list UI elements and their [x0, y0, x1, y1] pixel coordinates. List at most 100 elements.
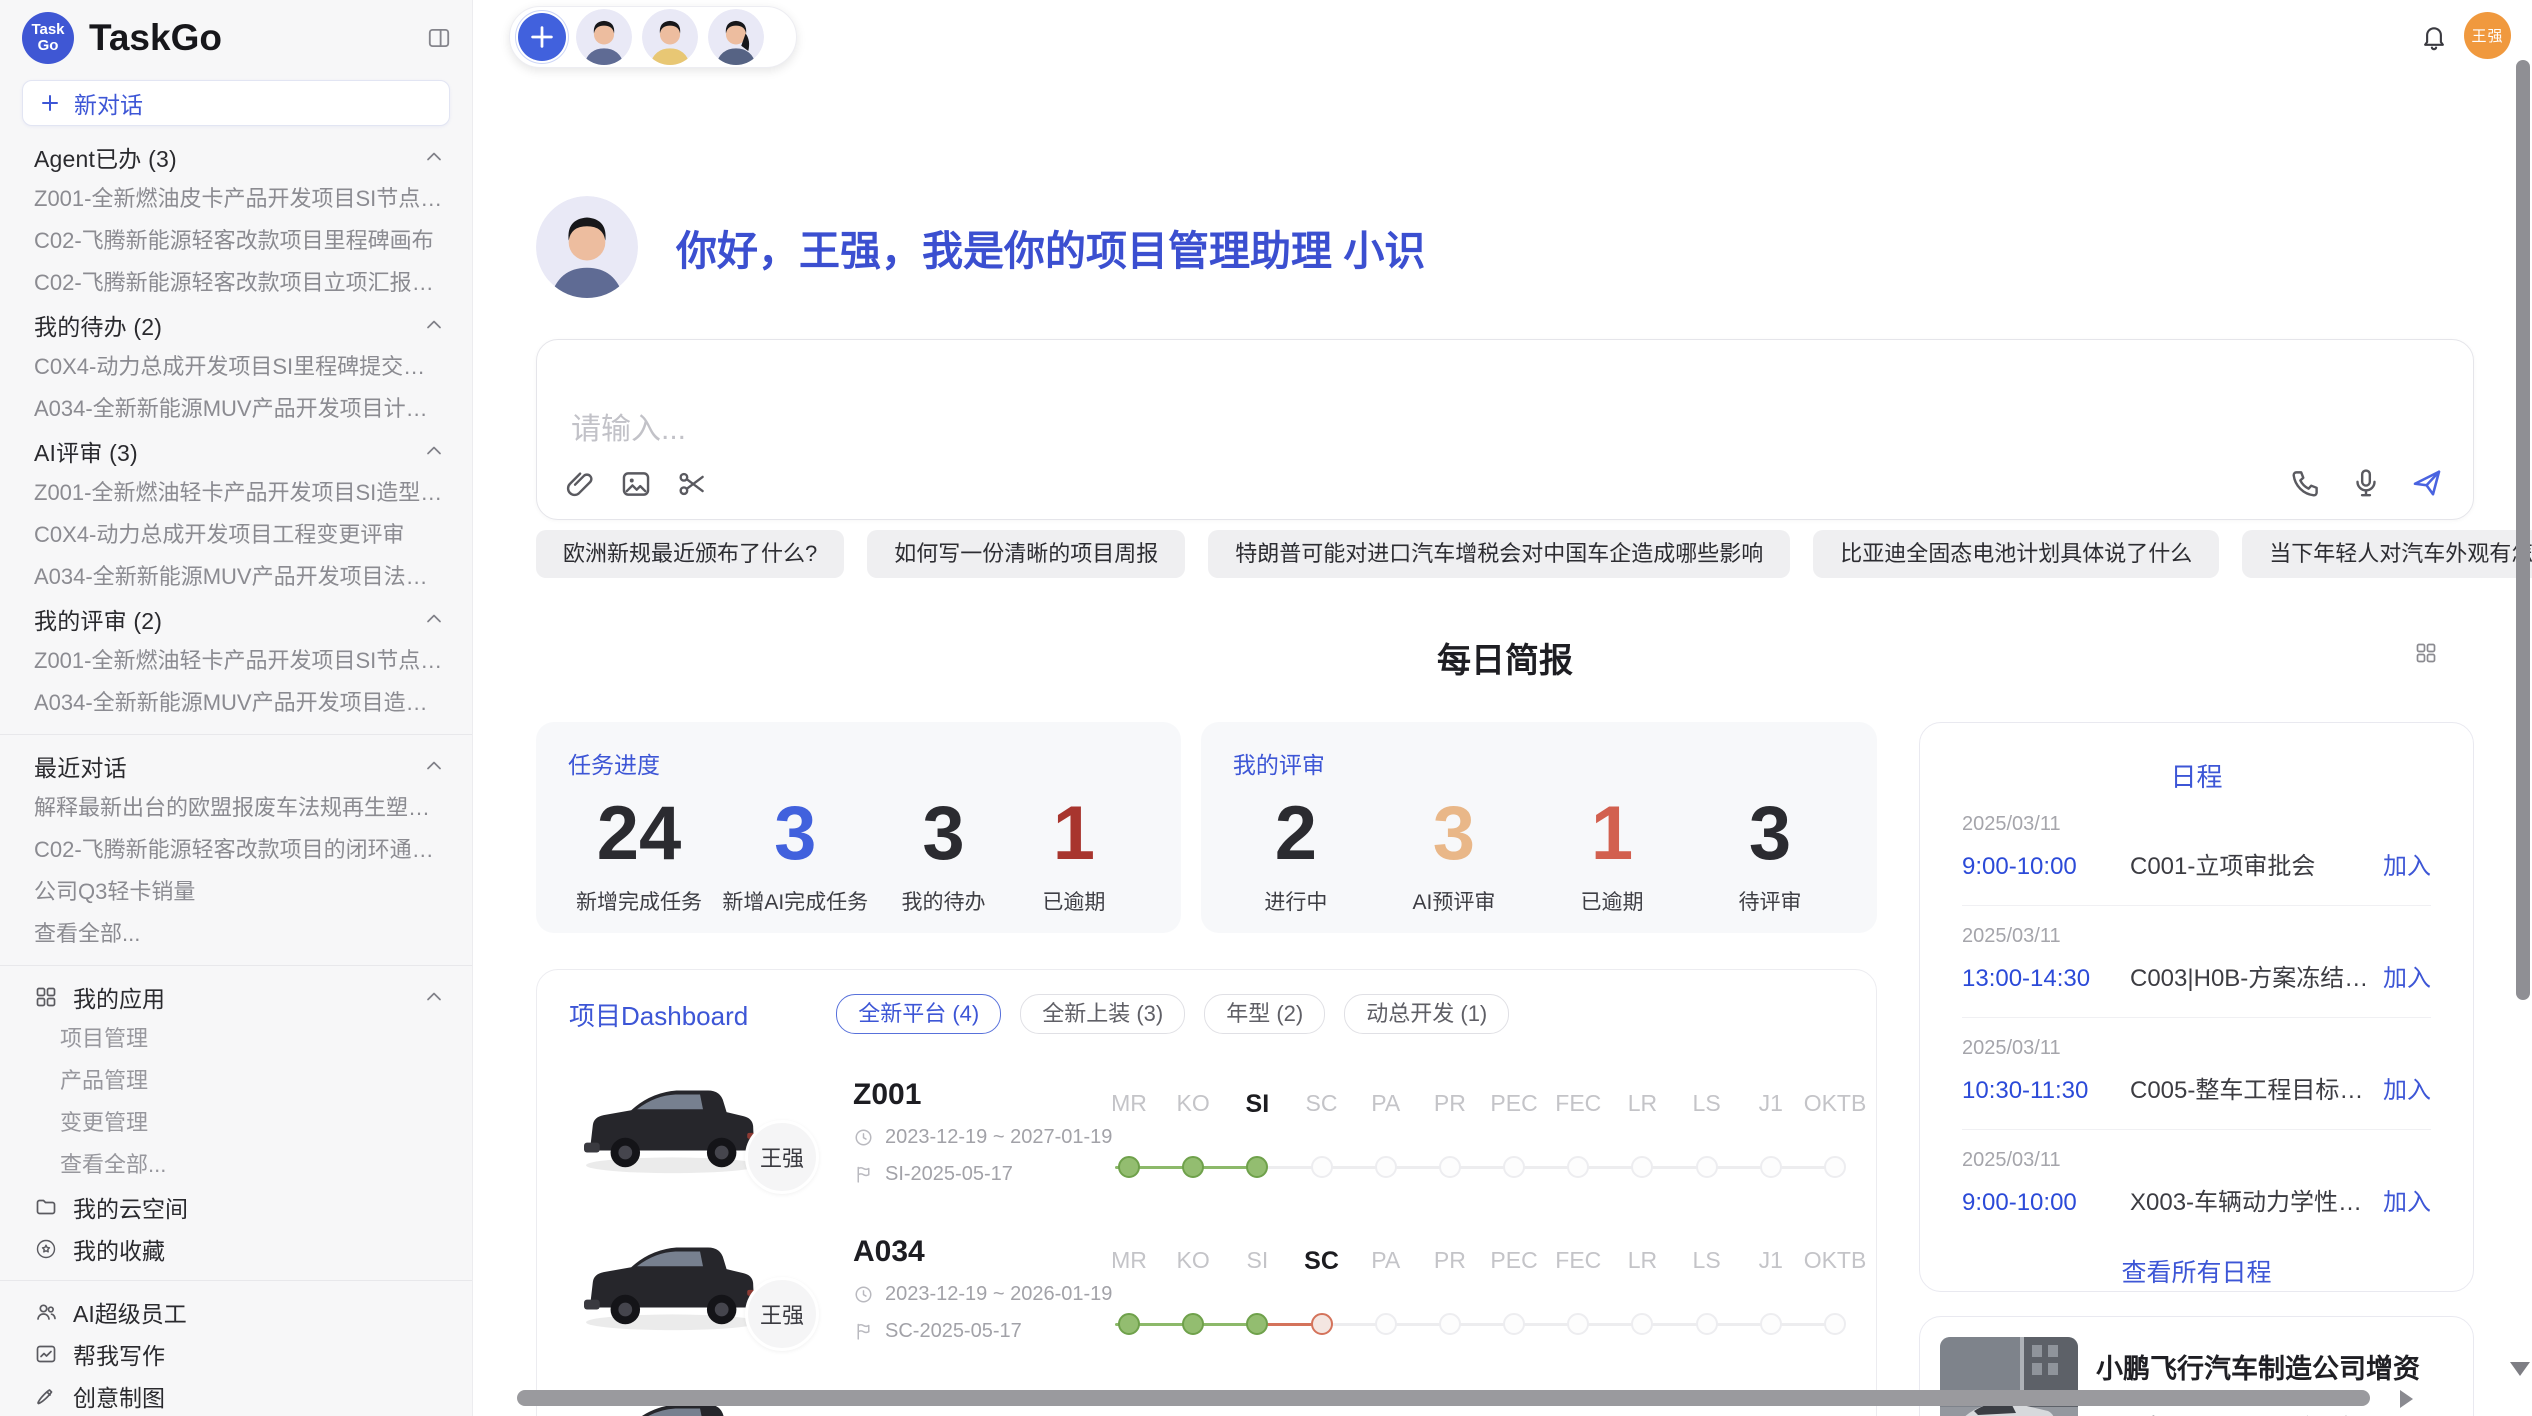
dashboard-tab[interactable]: 动总开发 (1): [1344, 994, 1509, 1034]
task-item[interactable]: C02-飞腾新能源轻客改款项目立项汇报方案: [0, 262, 472, 304]
agent-avatar[interactable]: [576, 9, 632, 65]
project-name[interactable]: Z001: [853, 1078, 1112, 1112]
suggestion-chip[interactable]: 特朗普可能对进口汽车增税会对中国车企造成哪些影响: [1208, 530, 1790, 578]
dashboard-tabs: 全新平台 (4) 全新上装 (3) 年型 (2) 动总开发 (1): [836, 994, 1509, 1034]
recent-chat-item[interactable]: 解释最新出台的欧盟报废车法规再生塑料比例被调至15%...: [0, 787, 472, 829]
agent-avatar[interactable]: [642, 9, 698, 65]
vertical-scrollbar[interactable]: [2516, 60, 2530, 1000]
milestone-dot[interactable]: [1246, 1313, 1268, 1335]
join-meeting-link[interactable]: 加入: [2383, 964, 2431, 994]
join-meeting-link[interactable]: 加入: [2383, 852, 2431, 882]
dashboard-tab[interactable]: 全新上装 (3): [1020, 994, 1185, 1034]
recent-chat-item[interactable]: C02-飞腾新能源轻客改款项目的闭环通告反馈情况: [0, 829, 472, 871]
task-item[interactable]: C0X4-动力总成开发项目工程变更评审: [0, 514, 472, 556]
task-item[interactable]: A034-全新新能源MUV产品开发项目计划变更表编写: [0, 388, 472, 430]
recent-chats-header[interactable]: 最近对话: [0, 745, 472, 787]
sidebar-section-header[interactable]: 我的待办 (2): [0, 304, 472, 346]
schedule-event-name: X003-车辆动力学性能验...: [2130, 1188, 2371, 1218]
suggestion-chip[interactable]: 如何写一份清晰的项目周报: [867, 530, 1185, 578]
sidebar-item[interactable]: AI超级员工: [0, 1291, 472, 1333]
milestone-dot[interactable]: [1824, 1313, 1846, 1335]
milestone-dot[interactable]: [1631, 1313, 1653, 1335]
sidebar-section-header[interactable]: AI评审 (3): [0, 430, 472, 472]
milestone-dot[interactable]: [1246, 1156, 1268, 1178]
dashboard-tab[interactable]: 年型 (2): [1204, 994, 1325, 1034]
suggestion-chip[interactable]: 比亚迪全固态电池计划具体说了什么: [1813, 530, 2219, 578]
schedule-row: 10:30-11:30 C005-整车工程目标评审 加入: [1962, 1076, 2431, 1106]
stat: 3AI预评审: [1399, 788, 1509, 916]
task-item[interactable]: A034-全新新能源MUV产品开发项目法规符合性评审: [0, 556, 472, 598]
new-chat-button[interactable]: 新对话: [22, 80, 450, 126]
milestone-dot[interactable]: [1567, 1313, 1589, 1335]
milestone-dot[interactable]: [1182, 1156, 1204, 1178]
horizontal-scrollbar[interactable]: [517, 1390, 2370, 1406]
milestone-dot[interactable]: [1439, 1156, 1461, 1178]
project-dashboard-card: 项目Dashboard 全新平台 (4)全新上装 (3)年型 (2)动总开发 (…: [536, 969, 1877, 1416]
phone-icon[interactable]: [2289, 466, 2323, 500]
paperclip-icon[interactable]: [563, 467, 597, 501]
join-meeting-link[interactable]: 加入: [2383, 1076, 2431, 1106]
milestone-dot[interactable]: [1439, 1313, 1461, 1335]
sidebar-item-label: AI超级员工: [73, 1295, 187, 1329]
app-sub-item[interactable]: 变更管理: [0, 1102, 472, 1144]
milestone-dot[interactable]: [1631, 1156, 1653, 1178]
task-item[interactable]: C02-飞腾新能源轻客改款项目里程碑画布: [0, 220, 472, 262]
milestone-dot[interactable]: [1696, 1313, 1718, 1335]
project-name[interactable]: A034: [853, 1235, 1112, 1269]
sidebar-item[interactable]: 我的收藏: [0, 1228, 472, 1270]
join-meeting-link[interactable]: 加入: [2383, 1188, 2431, 1218]
scroll-right-arrow[interactable]: [2400, 1390, 2413, 1408]
dashboard-tab[interactable]: 全新平台 (4): [836, 994, 1001, 1034]
app-sub-item[interactable]: 查看全部...: [0, 1144, 472, 1186]
task-item[interactable]: A034-全新新能源MUV产品开发项目造型可行性评审: [0, 682, 472, 724]
panel-toggle-icon[interactable]: [426, 25, 452, 51]
sidebar-item-my-apps[interactable]: 我的应用: [0, 976, 472, 1018]
app-sub-item[interactable]: 产品管理: [0, 1060, 472, 1102]
milestone-dot[interactable]: [1503, 1156, 1525, 1178]
assistant-avatar: [536, 196, 638, 298]
milestone-dot[interactable]: [1503, 1313, 1525, 1335]
sidebar-section-header[interactable]: 我的评审 (2): [0, 598, 472, 640]
bell-icon[interactable]: [2419, 22, 2449, 52]
layout-grid-icon[interactable]: [2414, 641, 2438, 665]
milestone-dot[interactable]: [1311, 1156, 1333, 1178]
milestone-label: J1: [1759, 1247, 1783, 1274]
send-icon[interactable]: [2409, 465, 2445, 501]
milestone-dot[interactable]: [1118, 1313, 1140, 1335]
add-agent-button[interactable]: [518, 13, 566, 61]
mic-icon[interactable]: [2349, 466, 2383, 500]
view-all-schedule-link[interactable]: 查看所有日程: [1962, 1253, 2431, 1289]
milestone-dot[interactable]: [1760, 1313, 1782, 1335]
milestone-dot[interactable]: [1760, 1156, 1782, 1178]
recent-chat-item[interactable]: 公司Q3轻卡销量: [0, 871, 472, 913]
task-item[interactable]: Z001-全新燃油皮卡产品开发项目SI节点Lesson Learn报告: [0, 178, 472, 220]
sidebar-item[interactable]: 创意制图: [0, 1375, 472, 1416]
sidebar-item[interactable]: 帮我写作: [0, 1333, 472, 1375]
agent-avatar[interactable]: [708, 9, 764, 65]
suggestion-chip[interactable]: 当下年轻人对汽车外观有怎样的喜好趋势: [2242, 530, 2532, 578]
milestone-dot[interactable]: [1118, 1156, 1140, 1178]
vehicle-image: [574, 1221, 771, 1339]
task-item[interactable]: Z001-全新燃油轻卡产品开发项目SI节点属性5D文件评审: [0, 640, 472, 682]
project-flag-milestone: SC-2025-05-17: [853, 1320, 1112, 1343]
recent-chat-item[interactable]: 查看全部...: [0, 913, 472, 955]
milestone-dot[interactable]: [1567, 1156, 1589, 1178]
stat-value: 24: [576, 788, 702, 880]
image-icon[interactable]: [619, 467, 653, 501]
scroll-down-arrow[interactable]: [2510, 1362, 2530, 1376]
milestone-dot[interactable]: [1696, 1156, 1718, 1178]
sidebar-section-header[interactable]: Agent已办 (3): [0, 136, 472, 178]
milestone-dot[interactable]: [1182, 1313, 1204, 1335]
chat-input-card[interactable]: 请输入...: [536, 339, 2474, 520]
sidebar-item[interactable]: 我的云空间: [0, 1186, 472, 1228]
task-item[interactable]: Z001-全新燃油轻卡产品开发项目SI造型提交物评审: [0, 472, 472, 514]
app-sub-item[interactable]: 项目管理: [0, 1018, 472, 1060]
milestone-dot[interactable]: [1375, 1313, 1397, 1335]
user-avatar[interactable]: 王强: [2464, 12, 2511, 59]
task-item[interactable]: C0X4-动力总成开发项目SI里程碑提交物检查: [0, 346, 472, 388]
milestone-dot[interactable]: [1375, 1156, 1397, 1178]
suggestion-chip[interactable]: 欧洲新规最近颁布了什么?: [536, 530, 844, 578]
milestone-dot[interactable]: [1311, 1313, 1333, 1335]
scissors-icon[interactable]: [675, 467, 709, 501]
milestone-dot[interactable]: [1824, 1156, 1846, 1178]
